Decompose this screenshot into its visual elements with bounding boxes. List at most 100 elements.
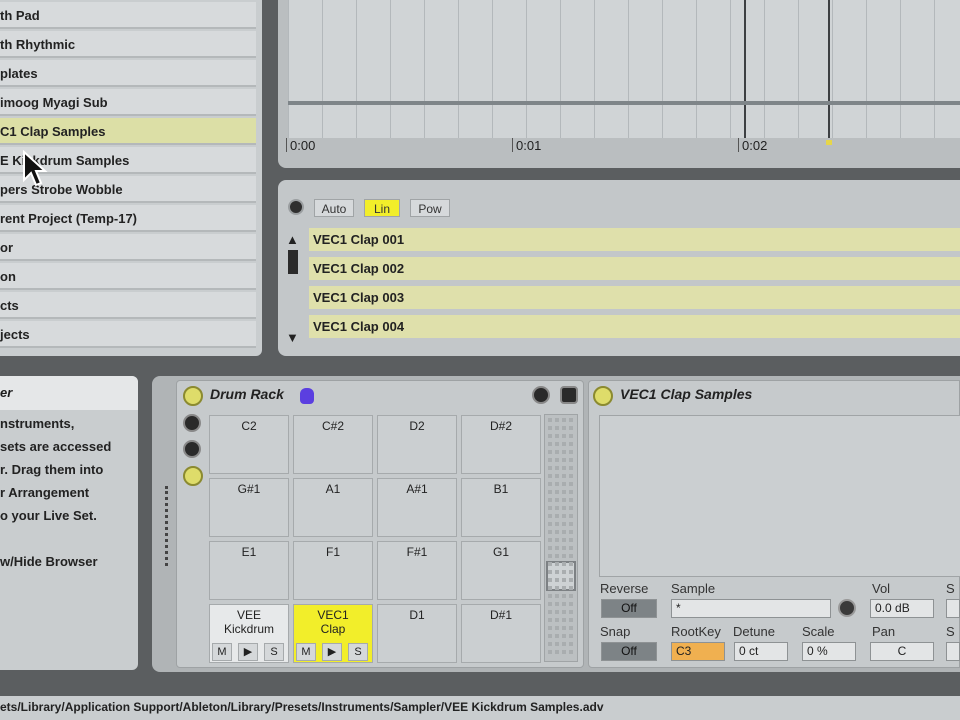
pad-overview-dot — [562, 586, 566, 590]
pad-overview-dot — [569, 466, 573, 470]
preview-button[interactable]: ▶ — [238, 643, 258, 661]
mute-button[interactable]: M — [212, 643, 232, 661]
drum-pad[interactable]: A1 — [293, 478, 373, 537]
scroll-up-icon[interactable]: ▲ — [286, 232, 299, 247]
pad-overview-dot — [548, 474, 552, 478]
auto-button[interactable]: Auto — [314, 199, 354, 217]
pad-overview-dot — [562, 546, 566, 550]
pad-overview-dot — [562, 514, 566, 518]
extra-field-2[interactable] — [946, 642, 960, 661]
preview-button[interactable]: ▶ — [322, 643, 342, 661]
pad-overview-dot — [555, 418, 559, 422]
drum-pad[interactable]: D1 — [377, 604, 457, 663]
info-title: er — [0, 376, 138, 410]
hotswap-rack-icon[interactable] — [532, 386, 550, 404]
snap-toggle[interactable]: Off — [601, 642, 657, 661]
drum-pad-label: C#2 — [321, 419, 344, 433]
playhead-marker[interactable] — [826, 140, 832, 145]
browser-item[interactable]: imoog Myagi Sub — [0, 89, 256, 116]
pad-overview[interactable] — [544, 414, 578, 662]
drum-pad-label: F1 — [325, 545, 340, 559]
pad-overview-dot — [555, 586, 559, 590]
pad-overview-dot — [562, 618, 566, 622]
grid-line — [492, 0, 493, 138]
pad-overview-dot — [562, 482, 566, 486]
browser-item[interactable]: th Rhythmic — [0, 31, 256, 58]
pad-overview-dot — [562, 450, 566, 454]
sample-label: Sample — [671, 581, 716, 596]
drum-pad[interactable]: B1 — [461, 478, 541, 537]
rootkey-label: RootKey — [671, 624, 721, 639]
drum-pad[interactable]: C2 — [209, 415, 289, 474]
drum-pad[interactable]: VEC1 Clap M ▶ S — [293, 604, 373, 663]
sample-select[interactable]: * — [671, 599, 831, 618]
sample-hotswap-icon[interactable] — [838, 599, 856, 617]
drum-pad[interactable]: VEE Kickdrum M ▶ S — [209, 604, 289, 663]
browser-item[interactable]: th Pad — [0, 2, 256, 29]
drum-pad[interactable]: C#2 — [293, 415, 373, 474]
sample-display[interactable] — [599, 415, 960, 577]
show-io-icon[interactable] — [183, 466, 203, 486]
detune-field[interactable]: 0 ct — [734, 642, 788, 661]
show-chains-icon[interactable] — [183, 440, 201, 458]
pad-overview-dot — [548, 538, 552, 542]
pad-overview-dot — [548, 506, 552, 510]
drum-pad[interactable]: G1 — [461, 541, 541, 600]
save-preset-icon[interactable] — [560, 386, 578, 404]
grid-line — [390, 0, 391, 138]
pad-overview-dot — [555, 458, 559, 462]
solo-button[interactable]: S — [264, 643, 284, 661]
pad-overview-dot — [548, 442, 552, 446]
drum-pad[interactable]: A#1 — [377, 478, 457, 537]
sample-row[interactable]: VEC1 Clap 003 — [309, 286, 960, 312]
pad-overview-dot — [548, 650, 552, 654]
sample-row[interactable]: VEC1 Clap 004 — [309, 315, 960, 341]
grid-line — [900, 0, 901, 138]
solo-button[interactable]: S — [348, 643, 368, 661]
scroll-thumb[interactable] — [288, 250, 298, 274]
show-macro-icon[interactable] — [183, 414, 201, 432]
drum-pad[interactable]: D2 — [377, 415, 457, 474]
device-grip[interactable] — [165, 486, 168, 566]
pan-field[interactable]: C — [870, 642, 934, 661]
grid-line — [696, 0, 697, 138]
browser-item[interactable]: rent Project (Temp-17) — [0, 205, 256, 232]
sampler-power-button[interactable] — [593, 386, 613, 406]
scroll-down-icon[interactable]: ▼ — [286, 330, 299, 345]
grid-line — [356, 0, 357, 138]
drum-pad-label: F#1 — [406, 545, 428, 559]
browser-item[interactable]: plates — [0, 60, 256, 87]
pad-overview-dot — [569, 650, 573, 654]
scale-field[interactable]: 0 % — [802, 642, 856, 661]
grid-line — [764, 0, 765, 138]
sample-row[interactable]: VEC1 Clap 002 — [309, 257, 960, 283]
sample-row[interactable]: VEC1 Clap 001 — [309, 228, 960, 254]
pad-overview-dot — [548, 610, 552, 614]
drum-pad[interactable]: D#2 — [461, 415, 541, 474]
drum-pad[interactable]: G#1 — [209, 478, 289, 537]
rootkey-field[interactable]: C3 — [671, 642, 725, 661]
hotswap-icon[interactable] — [288, 199, 304, 215]
vol-field[interactable]: 0.0 dB — [870, 599, 934, 618]
browser-item[interactable]: C1 Clap Samples — [0, 118, 256, 145]
browser-item[interactable]: cts — [0, 292, 256, 319]
drum-pad[interactable]: F#1 — [377, 541, 457, 600]
drum-pad-label: VEC1 Clap — [317, 608, 349, 636]
drum-pad[interactable]: E1 — [209, 541, 289, 600]
loop-marker-line[interactable] — [828, 0, 830, 138]
lin-button[interactable]: Lin — [364, 199, 400, 217]
drum-rack-power-button[interactable] — [183, 386, 203, 406]
loop-marker-line[interactable] — [744, 0, 746, 138]
extra-field-1[interactable] — [946, 599, 960, 618]
browser-item[interactable]: jects — [0, 321, 256, 348]
drum-pad[interactable]: F1 — [293, 541, 373, 600]
reverse-toggle[interactable]: Off — [601, 599, 657, 618]
mute-button[interactable]: M — [296, 643, 316, 661]
pad-overview-dot — [562, 626, 566, 630]
browser-item[interactable]: or — [0, 234, 256, 261]
browser-item[interactable]: on — [0, 263, 256, 290]
drum-pad[interactable]: D#1 — [461, 604, 541, 663]
pan-label: Pan — [872, 624, 896, 639]
timeline-grid[interactable] — [288, 0, 960, 138]
pow-button[interactable]: Pow — [410, 199, 450, 217]
